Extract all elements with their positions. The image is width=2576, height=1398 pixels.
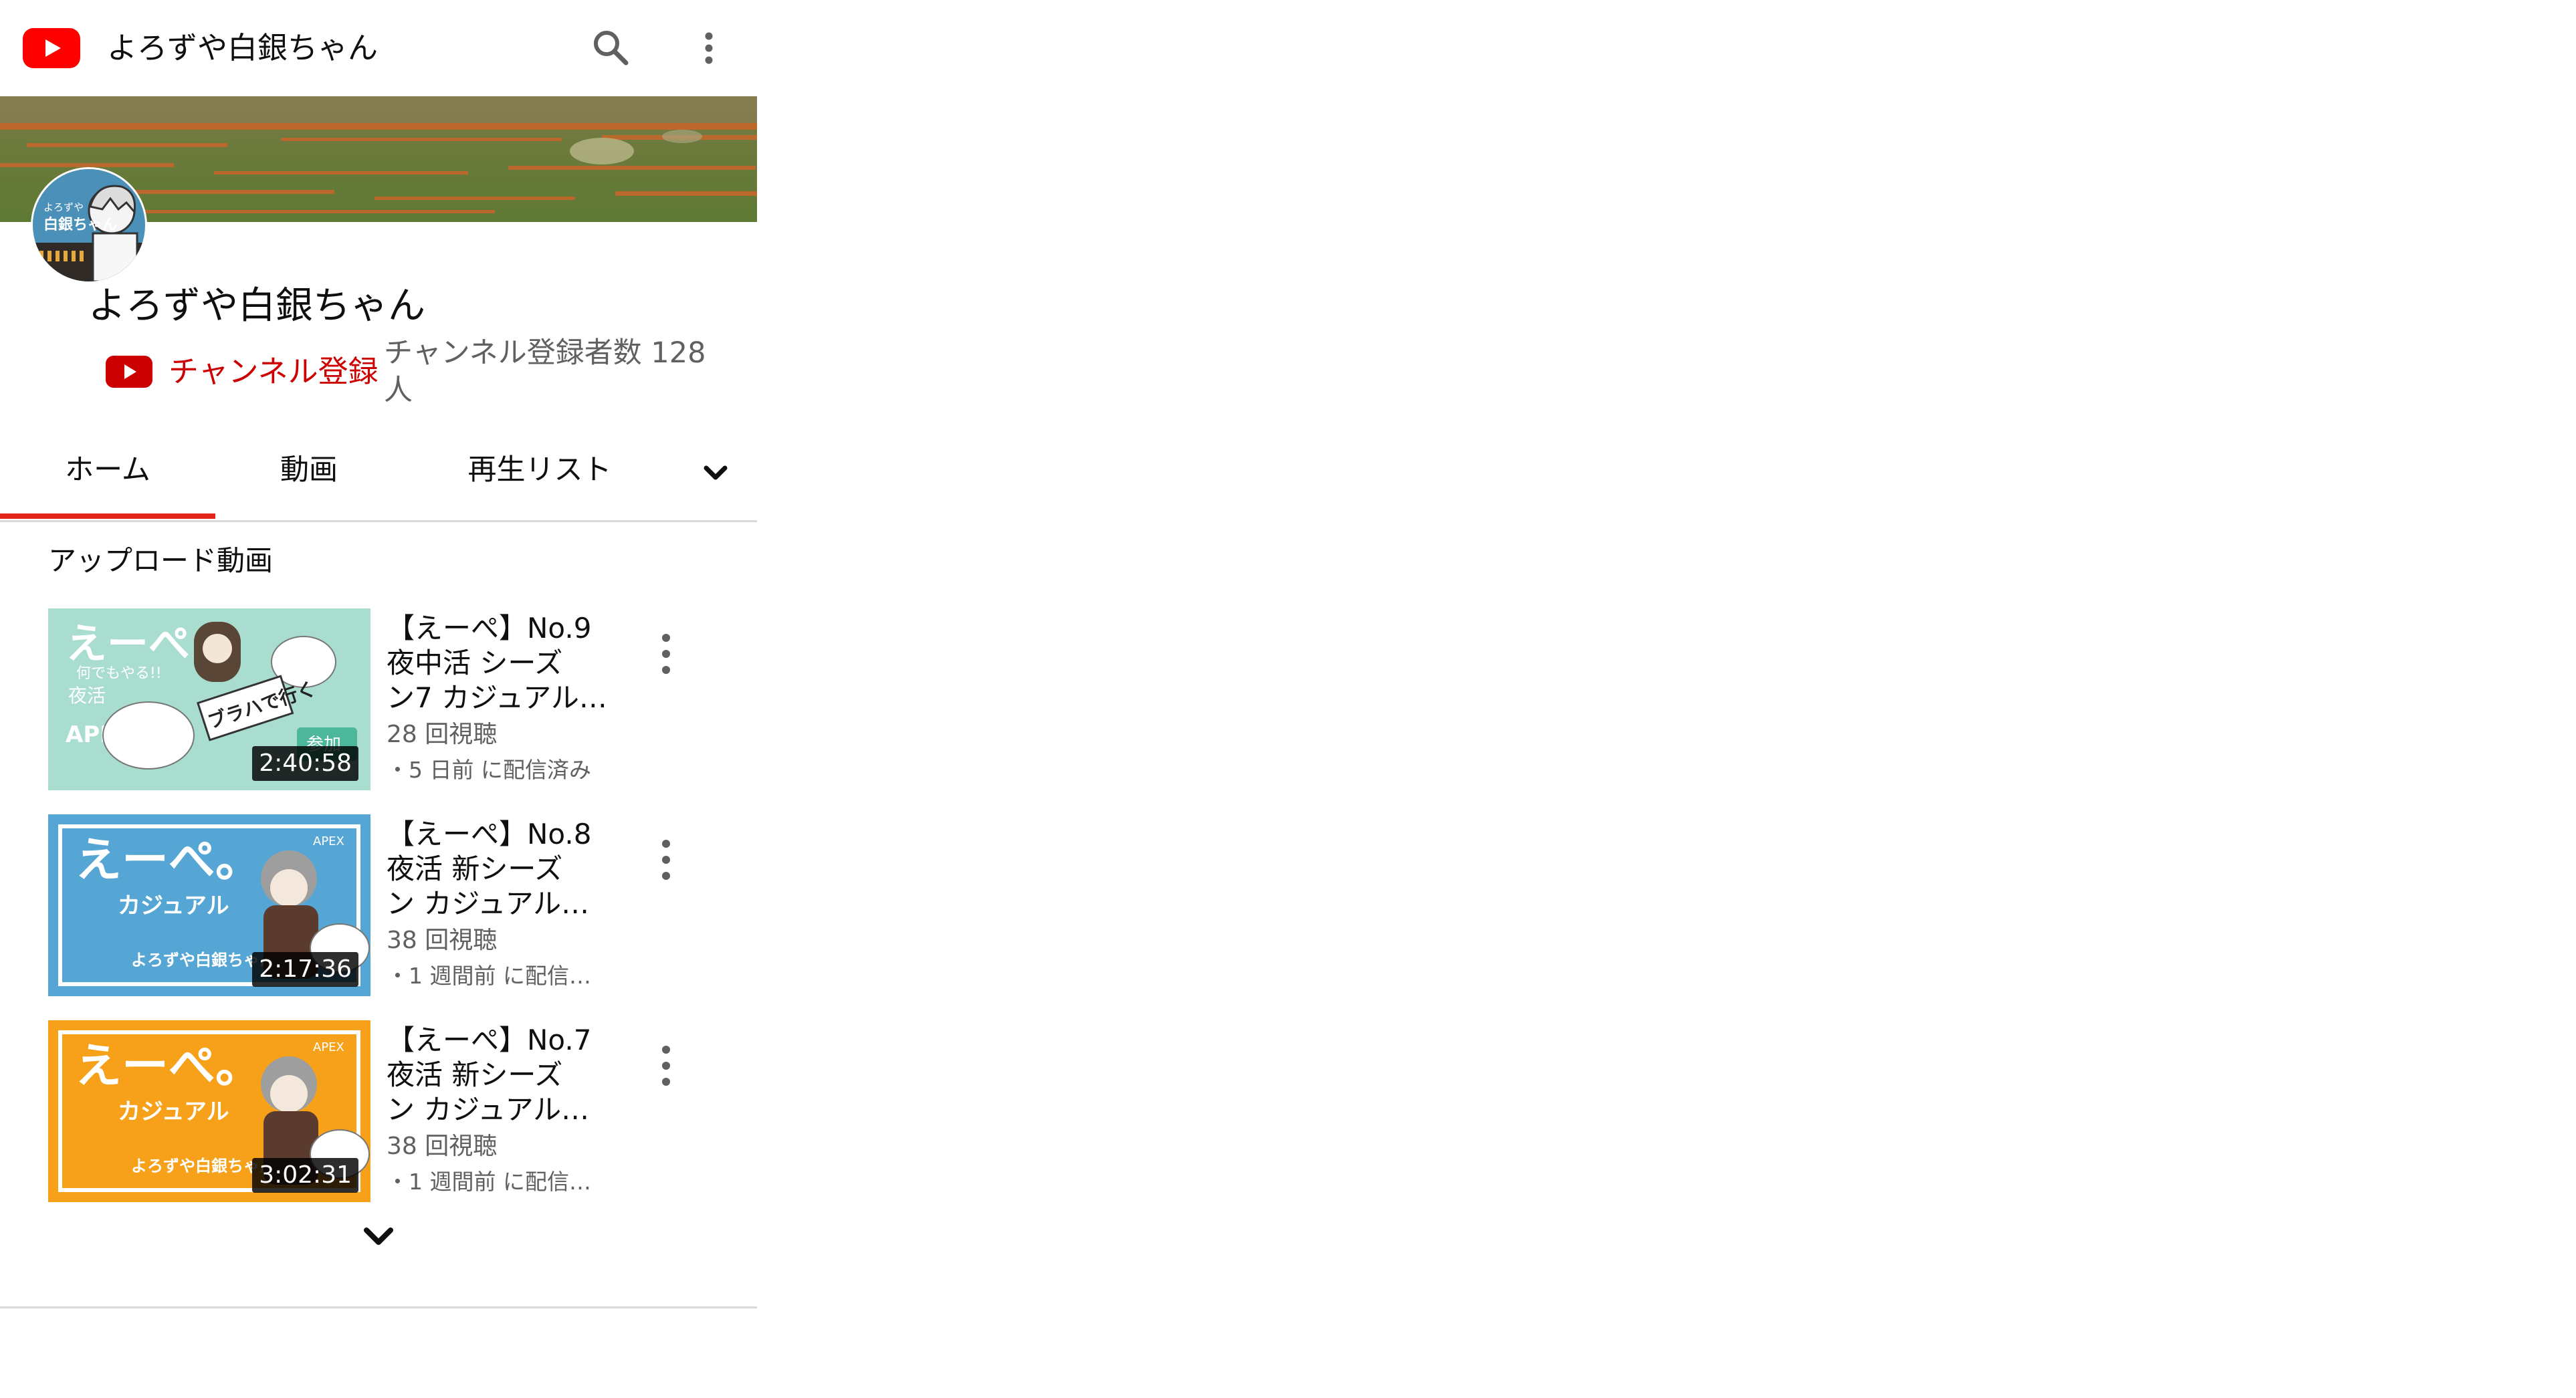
youtube-channel-page: よろずや白銀ちゃん よろずや 白銀ちゃん よろずや白銀ちゃん チャンネル登録 チ… xyxy=(0,0,757,1398)
avatar-text-main: 白銀ちゃん xyxy=(43,216,117,233)
header-title: よろずや白銀ちゃん xyxy=(107,30,379,66)
thumb-text: 夜活 xyxy=(68,685,106,707)
subscriber-count: チャンネル登録者数 128 人 xyxy=(384,336,706,407)
video-item[interactable]: えーぺ 何でもやる!! 夜活 APEX ブラハで行く 参加 2:40:58 【え… xyxy=(48,608,757,790)
video-published: ・1 週間前 に配信済み xyxy=(387,1169,607,1195)
divider xyxy=(0,1306,757,1308)
tab-videos[interactable]: 動画 xyxy=(215,433,403,513)
video-published: ・5 日前 に配信済み xyxy=(387,757,591,783)
thumb-text: カジュアル xyxy=(118,893,229,919)
channel-name: よろずや白銀ちゃん xyxy=(88,284,425,328)
youtube-logo-icon[interactable] xyxy=(23,28,80,68)
channel-tabs: ホーム 動画 再生リスト xyxy=(0,433,757,522)
video-title[interactable]: 【えーぺ】No.9 夜中活 シーズ ン7 カジュアル… xyxy=(387,611,607,715)
tab-home[interactable]: ホーム xyxy=(0,433,215,513)
app-header: よろずや白銀ちゃん xyxy=(0,0,757,96)
tab-playlists[interactable]: 再生リスト xyxy=(403,433,677,513)
video-views: 38 回視聴 xyxy=(387,1133,498,1160)
channel-avatar[interactable]: よろずや 白銀ちゃん xyxy=(31,167,147,283)
more-vertical-icon[interactable] xyxy=(689,25,729,71)
youtube-subscribe-icon[interactable] xyxy=(106,356,152,388)
section-title: アップロード動画 xyxy=(48,544,274,577)
thumb-text: えーぺ xyxy=(66,619,190,668)
more-vertical-icon[interactable] xyxy=(647,626,685,682)
video-duration: 2:40:58 xyxy=(252,746,358,781)
video-title[interactable]: 【えーぺ】No.7 夜活 新シーズ ン カジュアルと… xyxy=(387,1023,607,1127)
video-duration: 2:17:36 xyxy=(252,952,358,987)
thumb-text: APEX xyxy=(313,834,344,848)
more-vertical-icon[interactable] xyxy=(647,832,685,888)
avatar-text-top: よろずや xyxy=(43,201,84,213)
chevron-down-icon[interactable] xyxy=(357,1215,400,1258)
chevron-down-icon[interactable] xyxy=(695,453,736,493)
video-thumbnail[interactable]: えーぺ。 カジュアル よろずや白銀ちゃん APEX 2:17:36 xyxy=(48,814,370,996)
more-vertical-icon[interactable] xyxy=(647,1038,685,1094)
subscribe-button[interactable]: チャンネル登録 xyxy=(169,348,379,396)
video-duration: 3:02:31 xyxy=(252,1158,358,1193)
thumb-text: えーぺ。 xyxy=(75,1038,262,1093)
video-title[interactable]: 【えーぺ】No.8 夜活 新シーズ ン カジュアルと… xyxy=(387,817,607,921)
video-published: ・1 週間前 に配信済み xyxy=(387,963,607,989)
thumb-text: APEX xyxy=(313,1040,344,1054)
search-icon[interactable] xyxy=(588,25,634,71)
video-views: 28 回視聴 xyxy=(387,721,498,748)
thumb-text: えーぺ。 xyxy=(75,832,262,887)
video-thumbnail[interactable]: えーぺ。 カジュアル よろずや白銀ちゃん APEX 3:02:31 xyxy=(48,1020,370,1202)
video-views: 38 回視聴 xyxy=(387,927,498,954)
active-tab-indicator xyxy=(0,513,215,519)
video-item[interactable]: えーぺ。 カジュアル よろずや白銀ちゃん APEX 2:17:36 【えーぺ】N… xyxy=(48,814,757,996)
thumb-text: カジュアル xyxy=(118,1098,229,1125)
video-item[interactable]: えーぺ。 カジュアル よろずや白銀ちゃん APEX 3:02:31 【えーぺ】N… xyxy=(48,1020,757,1202)
thumb-text: 何でもやる!! xyxy=(76,665,162,682)
video-thumbnail[interactable]: えーぺ 何でもやる!! 夜活 APEX ブラハで行く 参加 2:40:58 xyxy=(48,608,370,790)
